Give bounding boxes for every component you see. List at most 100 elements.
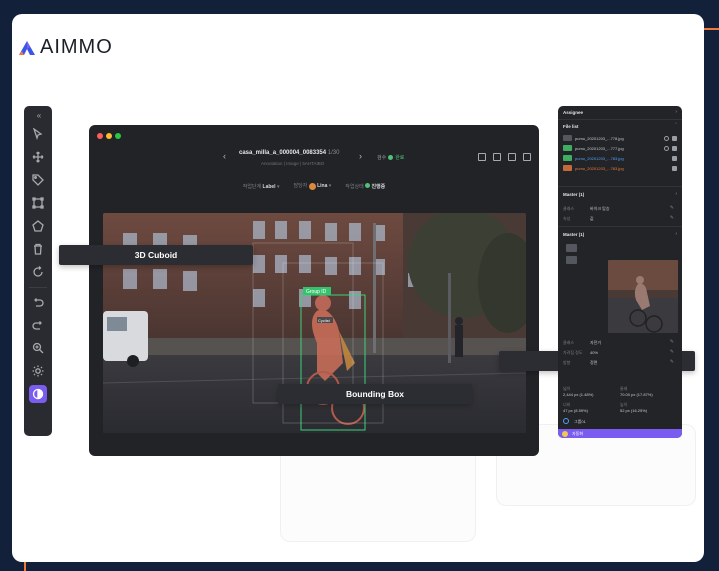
divider	[558, 226, 682, 227]
file-list-item[interactable]: pumo_20201203_...783.jpg	[563, 164, 677, 172]
redo-icon[interactable]	[29, 316, 47, 334]
properties-panel: Assignee › File list ˆ pumo_20201203_...…	[558, 106, 682, 438]
auto-label-row[interactable]: 자동화	[558, 429, 682, 438]
master-title: Master (1)	[563, 232, 585, 237]
undo-icon[interactable]	[29, 293, 47, 311]
info-icon[interactable]	[664, 135, 669, 141]
attr-key: 방향	[563, 360, 571, 365]
group-label[interactable]: 그룹01	[574, 419, 586, 425]
hero-card: AIMMO « ‹ casa_milla_a_000004_0083354 1/…	[12, 14, 704, 562]
file-thumbnail	[563, 165, 572, 171]
flag-icon[interactable]	[672, 135, 677, 141]
work-status-field[interactable]: 작업상태 진행중	[345, 182, 385, 190]
master-title: Master (1)	[563, 192, 585, 197]
file-list-name: pumo_20201203_...783.jpg	[575, 165, 624, 171]
collapse-icon[interactable]: «	[30, 110, 48, 120]
bbox-label: Bounding Box	[278, 384, 472, 404]
stat-value: 52 px (16.25%)	[620, 408, 648, 413]
prev-file-icon[interactable]: ‹	[223, 151, 226, 161]
cyclist-tag: Cyclist	[318, 318, 331, 323]
polygon-icon[interactable]	[29, 217, 47, 235]
move-icon[interactable]	[29, 148, 47, 166]
stage-field[interactable]: 작업단계 Label ▾	[243, 183, 280, 190]
filelist-title: File list	[563, 124, 579, 129]
smile-icon	[562, 430, 568, 437]
stat-value: 2,444 px (1.48%)	[563, 392, 594, 397]
status-dot-icon	[388, 155, 394, 160]
annotator-window: ‹ casa_milla_a_000004_0083354 1/30 Annot…	[89, 125, 539, 456]
edit-icon[interactable]: ✎	[670, 205, 674, 211]
file-list-name: pumo_20201203_...783.jpg	[575, 155, 624, 161]
annotation-toolbar: «	[24, 106, 52, 436]
file-list-name: pumo_20201203_...778.jpg	[575, 135, 624, 141]
brand-name: AIMMO	[40, 36, 113, 58]
attr-value: 자전거	[590, 340, 602, 345]
edit-icon[interactable]: ✎	[670, 359, 674, 365]
chevron-right-icon[interactable]: ›	[675, 191, 677, 197]
attr-key: 가려짐 정도	[563, 350, 583, 355]
contrast-icon[interactable]	[29, 385, 47, 403]
worker-field[interactable]: 담당자 Lina ▾	[293, 182, 331, 190]
fullscreen-icon[interactable]	[493, 153, 501, 161]
save-icon[interactable]	[478, 153, 486, 161]
tag-icon[interactable]	[29, 171, 47, 189]
inspection-label: 검수	[377, 155, 387, 161]
rotate-icon[interactable]	[29, 263, 47, 281]
divider	[558, 186, 682, 187]
ghost-frame	[280, 446, 476, 542]
chevron-right-icon[interactable]: ›	[675, 109, 677, 115]
assignee-title: Assignee	[563, 110, 584, 115]
task-info-bar: 작업단계 Label ▾ 담당자 Lina ▾ 작업상태 진행중	[89, 179, 539, 193]
chevron-up-icon[interactable]: ˆ	[675, 123, 677, 129]
file-list-item[interactable]: pumo_20201203_...777.jpg	[563, 144, 677, 152]
exit-icon[interactable]	[523, 153, 531, 161]
group-icon[interactable]	[563, 418, 569, 424]
edit-icon[interactable]: ✎	[670, 349, 674, 355]
file-subtitle: Annotation | Image | 5AHTAIBO	[261, 161, 325, 166]
avatar	[308, 182, 316, 190]
file-thumbnail	[563, 155, 572, 161]
file-list-name: pumo_20201203_...777.jpg	[575, 145, 624, 151]
attr-value: 바이크 탑승	[590, 206, 610, 211]
bounding-box-icon[interactable]	[29, 194, 47, 212]
object-thumbnail[interactable]	[566, 244, 577, 252]
edit-icon[interactable]: ✎	[670, 215, 674, 221]
toolbar-divider	[29, 287, 47, 288]
chevron-right-icon[interactable]: ›	[675, 231, 677, 237]
flag-icon[interactable]	[672, 145, 677, 151]
auto-label-text: 자동화	[572, 430, 584, 436]
file-thumbnail	[563, 135, 572, 141]
file-thumbnail	[563, 145, 572, 151]
inspection-value: 완료	[395, 155, 405, 161]
brand-logo[interactable]: AIMMO	[18, 36, 113, 59]
maximize-dot-icon[interactable]	[115, 133, 121, 139]
inspection-status: 검수 완료	[377, 154, 404, 161]
annotator-header: ‹ casa_milla_a_000004_0083354 1/30 Annot…	[89, 145, 539, 175]
minimize-dot-icon[interactable]	[106, 133, 112, 139]
next-file-icon[interactable]: ›	[359, 151, 362, 161]
cuboid-label: 3D Cuboid	[59, 245, 253, 265]
file-list-item[interactable]: pumo_20201203_...778.jpg	[563, 134, 677, 142]
cursor-icon[interactable]	[29, 125, 47, 143]
object-preview-image	[608, 260, 678, 333]
file-name: casa_milla_a_000004_0083354	[239, 150, 327, 156]
attr-key: 속성	[563, 216, 571, 221]
close-dot-icon[interactable]	[97, 133, 103, 139]
file-list-item[interactable]: pumo_20201203_...783.jpg	[563, 154, 677, 162]
attr-value: 값	[590, 216, 594, 221]
stat-value: 47 px (8.59%)	[563, 408, 588, 413]
attr-value: 정면	[590, 360, 598, 365]
flag-icon[interactable]	[672, 165, 677, 171]
brightness-icon[interactable]	[29, 362, 47, 380]
keyboard-icon[interactable]	[508, 153, 516, 161]
info-icon[interactable]	[664, 145, 669, 151]
divider	[558, 119, 682, 120]
window-controls	[97, 133, 121, 139]
zoom-icon[interactable]	[29, 339, 47, 357]
window-actions	[478, 153, 531, 161]
status-dot-icon	[365, 182, 371, 188]
edit-icon[interactable]: ✎	[670, 339, 674, 345]
object-thumbnail[interactable]	[566, 256, 577, 264]
flag-icon[interactable]	[672, 155, 677, 161]
trash-icon[interactable]	[29, 240, 47, 258]
